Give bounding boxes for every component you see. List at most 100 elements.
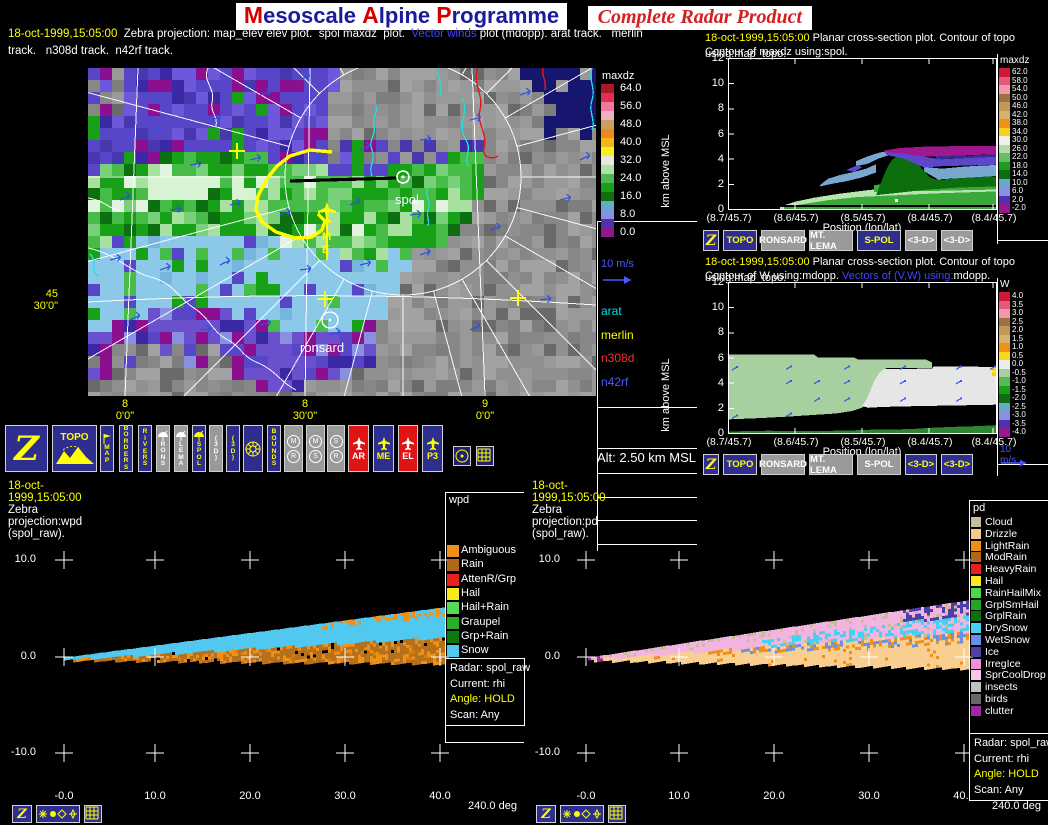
borders-overlay-button[interactable]: BORDERS: [119, 425, 133, 472]
hydrometeor-symbols-button[interactable]: [36, 805, 80, 823]
radar-map[interactable]: spolronsardME: [88, 68, 596, 396]
xs-toolbar--3-d-[interactable]: <3-D>: [905, 230, 937, 251]
map-colorbar-swatch: [601, 228, 614, 237]
xs-toolbar-z[interactable]: Z: [703, 454, 719, 475]
xs-toolbar-topo[interactable]: TOPO: [723, 454, 757, 475]
xs-scale-swatch: [999, 77, 1010, 86]
legend-label: Hail: [461, 587, 480, 599]
aircraft-p3-button[interactable]: P3: [422, 425, 443, 472]
map-lat-label: 45 30'0": [8, 288, 58, 312]
svg-text:ronsard: ronsard: [300, 340, 344, 355]
xs-toolbar--3-d-[interactable]: <3-D>: [941, 454, 973, 475]
xs-toolbar-mt-lema[interactable]: MT. LEMA: [809, 454, 853, 475]
xs-scale-swatch: [999, 335, 1010, 344]
button-letter: S: [143, 461, 147, 467]
map-colorbar-swatch: [601, 147, 614, 156]
z-logo: Z: [706, 457, 716, 473]
zebra-menu-button[interactable]: Z: [5, 425, 48, 472]
circled-letter: S: [309, 450, 322, 463]
button-letter: S: [124, 465, 128, 471]
legend-swatch-RainHailMix: [971, 588, 981, 598]
radar-dish-icon: [192, 430, 206, 442]
azimuth-wheel-button[interactable]: [243, 425, 263, 472]
svg-text:E: E: [322, 244, 329, 256]
legend-label: Rain: [461, 558, 484, 570]
xs-scale-swatch: [999, 128, 1010, 137]
xs-toolbar-s-pol[interactable]: S-POL: [857, 454, 901, 475]
xs-toolbar-ronsard[interactable]: RONSARD: [761, 454, 805, 475]
sr-toggle-button[interactable]: SR: [327, 425, 345, 472]
xs-toolbar--3-d-[interactable]: <3-D>: [905, 454, 937, 475]
map-colorbar-swatch: [601, 120, 614, 129]
zebra-menu-button[interactable]: Z: [12, 805, 32, 823]
legend-label: Ambiguous: [461, 544, 516, 556]
grid-3d-button-2[interactable]: (3D): [226, 425, 240, 472]
hydrometeor-symbols-button[interactable]: [560, 805, 604, 823]
xs-toolbar-z[interactable]: Z: [703, 230, 719, 251]
topo-overlay-button[interactable]: TOPO: [52, 425, 97, 472]
bounds-overlay-button[interactable]: BOUNDS: [267, 425, 281, 472]
legend-label: ModRain: [985, 551, 1027, 563]
rivers-overlay-button[interactable]: RIVERS: [138, 425, 152, 472]
xs-toolbar-mt-lema[interactable]: MT. LEMA: [809, 230, 853, 251]
rhi-y-tick: -10.0: [2, 746, 36, 758]
map-colorbar-swatch: [601, 111, 614, 120]
ms-toggle-button[interactable]: MS: [306, 425, 325, 472]
xs-toolbar-ronsard[interactable]: RONSARD: [761, 230, 805, 251]
legend-label: RainHailMix: [985, 587, 1041, 599]
map-colorbar-label: 8.0: [620, 208, 635, 220]
z-logo: Z: [14, 429, 39, 469]
spol-radar-button[interactable]: SPOL: [192, 425, 206, 472]
map-colorbar-swatch: [601, 156, 614, 165]
xs-plot[interactable]: [728, 282, 998, 435]
aircraft-arat-button[interactable]: AR: [348, 425, 369, 472]
button-letter: P: [105, 458, 109, 464]
legend-label: Hail: [985, 575, 1003, 587]
map-colorbar-label: 48.0: [620, 118, 641, 130]
timestamp: 18-oct-1999,15:05:00: [8, 480, 82, 504]
xs-scale-swatch: [999, 360, 1010, 369]
xs-y-tick: 2: [700, 178, 724, 190]
xs-toolbar-topo[interactable]: TOPO: [723, 230, 757, 251]
xs-scale-swatch: [999, 68, 1010, 77]
xs-scale-title: W: [1000, 279, 1009, 290]
map-colorbar-label: 16.0: [620, 190, 641, 202]
title-word: rogramme: [452, 3, 560, 28]
rhi-x-tick: 30.0: [849, 790, 889, 802]
ronsard-radar-button[interactable]: RONS: [156, 425, 170, 472]
grid-3d-button-1[interactable]: (3D): [209, 425, 223, 472]
xs-scale-swatch: [999, 386, 1010, 395]
legend-swatch-Ambiguous: [447, 545, 459, 557]
target-button[interactable]: [453, 446, 471, 466]
radar-info-line: Current: rhi: [450, 678, 505, 690]
aircraft-merlin-button[interactable]: ME: [373, 425, 394, 472]
xs-scale-swatch: [999, 85, 1010, 94]
airplane-icon: [426, 437, 440, 451]
lema-radar-button[interactable]: LEMA: [174, 425, 188, 472]
radar-info-line: Radar: spol_raw: [974, 737, 1048, 749]
legend-label: Ice: [985, 646, 999, 658]
aircraft-electra-button[interactable]: EL: [398, 425, 418, 472]
map-colorbar-label: 0.0: [620, 226, 635, 238]
rhi-y-tick: -10.0: [526, 746, 560, 758]
timestamp: 18-oct-1999,15:05:00: [8, 28, 124, 40]
legend-label: GrplRain: [985, 610, 1026, 622]
legend-label: LightRain: [985, 540, 1029, 552]
grid-button[interactable]: [476, 446, 494, 466]
radar-info-line: Scan: Any: [450, 709, 500, 721]
map-overlay-button[interactable]: MAP: [100, 425, 114, 472]
grid-button[interactable]: [608, 805, 626, 823]
xs-toolbar--3-d-[interactable]: <3-D>: [941, 230, 973, 251]
rhi-legend-title: pd: [973, 502, 985, 514]
xs-y-tick: 12: [700, 276, 724, 288]
z-logo: Z: [541, 807, 551, 822]
title-bar: Mesoscale Alpine Programme Complete Rada…: [0, 2, 1048, 29]
map-lon-label: 8 0'0": [85, 398, 165, 422]
grid-button[interactable]: [84, 805, 102, 823]
legend-label: Graupel: [461, 616, 500, 628]
mr-toggle-button[interactable]: MR: [284, 425, 303, 472]
xs-toolbar-s-pol[interactable]: S-POL: [857, 230, 901, 251]
circled-letter: M: [309, 435, 322, 448]
xs-plot[interactable]: [728, 58, 998, 211]
zebra-menu-button[interactable]: Z: [536, 805, 556, 823]
